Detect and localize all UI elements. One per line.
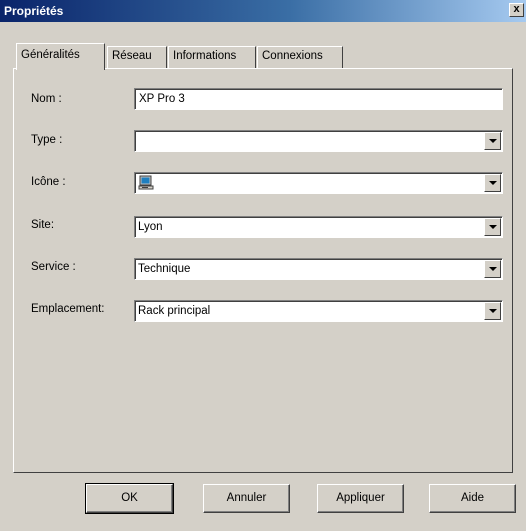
apply-button[interactable]: Appliquer (317, 484, 404, 513)
emplacement-select[interactable]: Rack principal (134, 300, 503, 322)
window-title: Propriétés (4, 4, 64, 18)
close-button[interactable]: x (509, 3, 524, 17)
tab-reseau[interactable]: Réseau (107, 46, 167, 68)
chevron-down-icon[interactable] (484, 218, 501, 236)
emplacement-value: Rack principal (138, 305, 211, 317)
service-value: Technique (138, 263, 191, 275)
chevron-down-icon[interactable] (484, 302, 501, 320)
tab-informations[interactable]: Informations (168, 46, 256, 68)
icone-select[interactable] (134, 172, 503, 194)
nom-field[interactable]: XP Pro 3 (134, 88, 503, 110)
icone-label: Icône : (31, 176, 66, 188)
help-button[interactable]: Aide (429, 484, 516, 513)
tab-connexions[interactable]: Connexions (257, 46, 343, 68)
nom-label: Nom : (31, 93, 62, 105)
emplacement-label: Emplacement: (31, 303, 105, 315)
computer-icon (138, 175, 154, 190)
site-select[interactable]: Lyon (134, 216, 503, 238)
chevron-down-icon[interactable] (484, 174, 501, 192)
site-label: Site: (31, 219, 55, 231)
properties-dialog: Propriétés x Généralités Réseau Informat… (0, 0, 526, 531)
service-label: Service : (31, 261, 76, 273)
site-value: Lyon (138, 221, 163, 233)
type-label: Type : (31, 134, 63, 146)
tab-generalites[interactable]: Généralités (16, 43, 105, 70)
chevron-down-icon[interactable] (484, 260, 501, 278)
service-select[interactable]: Technique (134, 258, 503, 280)
title-bar[interactable]: Propriétés x (0, 0, 526, 22)
ok-button[interactable]: OK (85, 483, 174, 514)
chevron-down-icon[interactable] (484, 132, 501, 150)
type-select[interactable] (134, 130, 503, 152)
cancel-button[interactable]: Annuler (203, 484, 290, 513)
